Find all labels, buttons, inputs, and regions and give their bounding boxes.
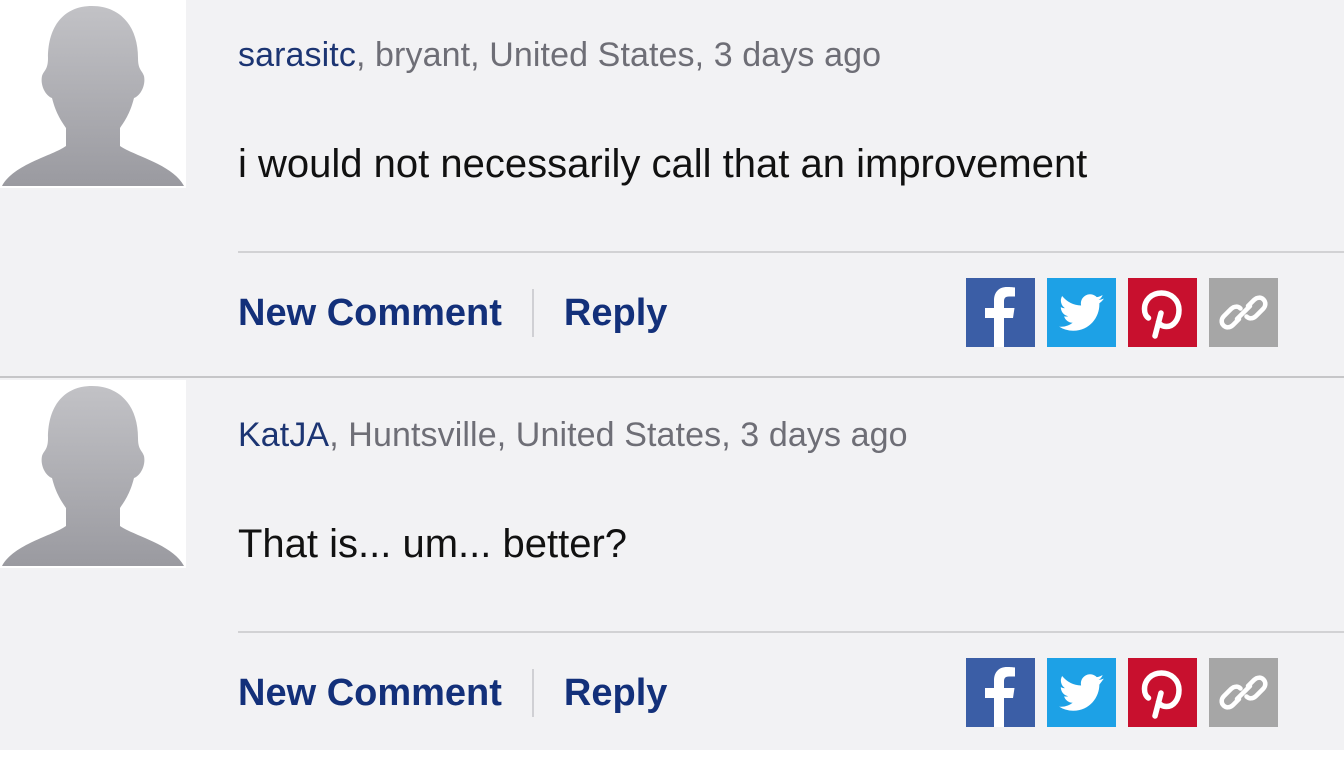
new-comment-button[interactable]: New Comment (238, 672, 502, 715)
facebook-icon (985, 667, 1015, 727)
divider (238, 631, 1344, 633)
twitter-share-button[interactable] (1047, 278, 1116, 347)
avatar[interactable] (0, 0, 186, 188)
new-comment-button[interactable]: New Comment (238, 292, 502, 335)
copy-link-button[interactable] (1209, 278, 1278, 347)
comment-location-time: , Huntsville, United States, 3 days ago (329, 416, 908, 454)
link-icon (1219, 675, 1268, 710)
twitter-icon (1059, 674, 1104, 711)
pinterest-share-button[interactable] (1128, 278, 1197, 347)
comment-meta: KatJA, Huntsville, United States, 3 days… (238, 416, 908, 455)
pinterest-share-button[interactable] (1128, 658, 1197, 727)
comment-text: i would not necessarily call that an imp… (238, 142, 1088, 186)
comment-actions: New Comment Reply (238, 286, 667, 340)
facebook-icon (985, 287, 1015, 347)
comment-actions: New Comment Reply (238, 666, 667, 720)
comment-location-time: , bryant, United States, 3 days ago (355, 36, 882, 74)
copy-link-button[interactable] (1209, 658, 1278, 727)
comment-thread: sarasitc, bryant, United States, 3 days … (0, 0, 1344, 764)
pinterest-icon (1141, 670, 1182, 719)
comment-meta: sarasitc, bryant, United States, 3 days … (238, 36, 881, 75)
comment-item: sarasitc, bryant, United States, 3 days … (0, 0, 1344, 376)
username-link[interactable]: sarasitc (238, 36, 356, 74)
facebook-share-button[interactable] (966, 278, 1035, 347)
bottom-edge (0, 750, 1344, 764)
reply-button[interactable]: Reply (564, 672, 667, 715)
avatar[interactable] (0, 380, 186, 568)
divider (531, 669, 534, 717)
username-link[interactable]: KatJA (238, 416, 329, 454)
share-buttons (966, 658, 1278, 727)
share-buttons (966, 278, 1278, 347)
link-icon (1219, 295, 1268, 330)
comment-item: KatJA, Huntsville, United States, 3 days… (0, 380, 1344, 750)
divider (531, 289, 534, 337)
facebook-share-button[interactable] (966, 658, 1035, 727)
reply-button[interactable]: Reply (564, 292, 667, 335)
comment-text: That is... um... better? (238, 522, 628, 566)
comment-separator (0, 376, 1344, 378)
divider (238, 251, 1344, 253)
twitter-share-button[interactable] (1047, 658, 1116, 727)
twitter-icon (1059, 294, 1104, 331)
pinterest-icon (1141, 290, 1182, 339)
